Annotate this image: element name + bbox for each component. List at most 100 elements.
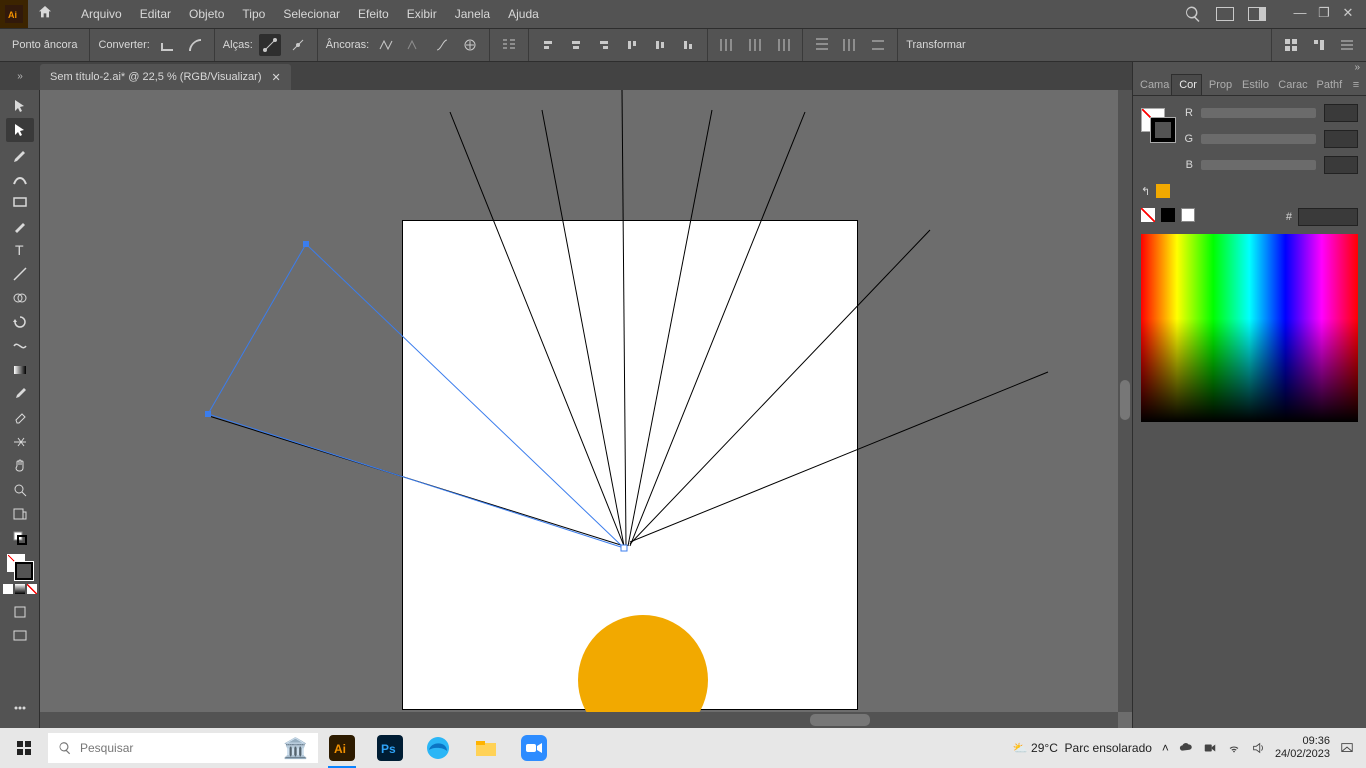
window-minimize[interactable]: — — [1290, 8, 1310, 20]
taskbar-search[interactable]: Pesquisar 🏛️ — [48, 733, 318, 763]
tray-wifi-icon[interactable] — [1227, 741, 1241, 755]
zoom-tool[interactable] — [6, 478, 34, 502]
taskbar-app-explorer[interactable] — [462, 728, 510, 768]
distribute-hspace-button[interactable] — [811, 34, 833, 56]
isolate-button[interactable] — [1280, 34, 1302, 56]
window-close[interactable]: ✕ — [1338, 8, 1358, 20]
panel-tab-caractere[interactable]: Carac — [1271, 75, 1309, 95]
fill-stroke-swatch[interactable] — [7, 554, 33, 580]
home-button[interactable] — [28, 4, 62, 25]
curvature-tool[interactable] — [6, 166, 34, 190]
black-swatch[interactable] — [1161, 208, 1175, 222]
panel-tab-camadas[interactable]: Cama — [1133, 75, 1171, 95]
distribute-vspace-button[interactable] — [839, 34, 861, 56]
distribute-right-button[interactable] — [772, 34, 794, 56]
none-color-swatch[interactable] — [1141, 208, 1155, 222]
horizontal-scrollbar-thumb[interactable] — [810, 714, 870, 726]
b-value[interactable] — [1324, 156, 1358, 174]
distribute-hcenter-button[interactable] — [744, 34, 766, 56]
menu-selecionar[interactable]: Selecionar — [274, 0, 349, 28]
tray-notifications-icon[interactable] — [1340, 741, 1354, 755]
last-color-arrow-icon[interactable]: ↰ — [1141, 185, 1150, 198]
rectangle-tool[interactable] — [6, 190, 34, 214]
menu-janela[interactable]: Janela — [446, 0, 499, 28]
canvas-area[interactable] — [40, 90, 1132, 728]
scissors-tool[interactable] — [6, 430, 34, 454]
panel-menu-button[interactable]: ≡ — [1345, 75, 1366, 95]
tray-onedrive-icon[interactable] — [1179, 741, 1193, 755]
screen-mode-button[interactable] — [6, 624, 34, 648]
search-icon[interactable] — [1184, 5, 1202, 23]
tabs-expand-icon[interactable]: » — [0, 62, 40, 90]
eraser-tool[interactable] — [6, 406, 34, 430]
edit-toolbar-button[interactable] — [6, 696, 34, 720]
menu-ajuda[interactable]: Ajuda — [499, 0, 548, 28]
vertical-scrollbar[interactable] — [1118, 90, 1132, 712]
horizontal-scrollbar[interactable] — [40, 712, 1118, 728]
anchor-connect-button[interactable] — [431, 34, 453, 56]
align-hcenter-button[interactable] — [565, 34, 587, 56]
g-value[interactable] — [1324, 130, 1358, 148]
pen-tool[interactable] — [6, 142, 34, 166]
window-restore[interactable]: ❐ — [1314, 8, 1334, 20]
align-right-button[interactable] — [593, 34, 615, 56]
panel-stroke-swatch[interactable] — [1151, 118, 1175, 142]
weather-widget[interactable]: ⛅ 29°C Parc ensolarado — [1013, 741, 1152, 755]
menu-arquivo[interactable]: Arquivo — [72, 0, 131, 28]
options-more-button[interactable] — [1336, 34, 1358, 56]
paintbrush-tool[interactable] — [6, 214, 34, 238]
fill-stroke-toggle[interactable] — [6, 526, 34, 550]
convert-corner-button[interactable] — [156, 34, 178, 56]
line-tool[interactable] — [6, 262, 34, 286]
start-button[interactable] — [0, 728, 48, 768]
menu-editar[interactable]: Editar — [131, 0, 180, 28]
panel-tab-propriedades[interactable]: Prop — [1202, 75, 1235, 95]
panel-tab-cor[interactable]: Cor — [1171, 74, 1202, 95]
stroke-swatch[interactable] — [15, 562, 33, 580]
tray-meet-icon[interactable] — [1203, 741, 1217, 755]
type-tool[interactable]: T — [6, 238, 34, 262]
rotate-tool[interactable] — [6, 310, 34, 334]
tray-chevron-icon[interactable]: ˄ — [1162, 741, 1169, 755]
panel-tab-pathfinder[interactable]: Pathf — [1309, 75, 1344, 95]
tray-volume-icon[interactable] — [1251, 741, 1265, 755]
taskbar-app-edge[interactable] — [414, 728, 462, 768]
hand-tool[interactable] — [6, 454, 34, 478]
panel-fill-stroke[interactable] — [1141, 104, 1181, 152]
g-slider[interactable] — [1201, 134, 1316, 144]
align-to-button[interactable] — [1308, 34, 1330, 56]
handles-show-button[interactable] — [259, 34, 281, 56]
color-mode-toggle[interactable] — [3, 584, 37, 594]
workspace-switcher-icon[interactable] — [1248, 7, 1266, 21]
distribute-left-button[interactable] — [716, 34, 738, 56]
vertical-scrollbar-thumb[interactable] — [1120, 380, 1130, 420]
align-left-button[interactable] — [537, 34, 559, 56]
draw-mode-button[interactable] — [6, 600, 34, 624]
menu-objeto[interactable]: Objeto — [180, 0, 233, 28]
taskbar-app-illustrator[interactable]: Ai — [318, 728, 366, 768]
anchor-remove-button[interactable] — [375, 34, 397, 56]
r-slider[interactable] — [1201, 108, 1316, 118]
width-tool[interactable] — [6, 334, 34, 358]
taskbar-app-zoom[interactable] — [510, 728, 558, 768]
menu-exibir[interactable]: Exibir — [398, 0, 446, 28]
document-tab-close[interactable]: ✕ — [272, 71, 281, 84]
selection-tool[interactable] — [6, 94, 34, 118]
menu-tipo[interactable]: Tipo — [233, 0, 274, 28]
handles-hide-button[interactable] — [287, 34, 309, 56]
gradient-tool[interactable] — [6, 358, 34, 382]
align-vcenter-button[interactable] — [649, 34, 671, 56]
anchor-cut-button[interactable] — [459, 34, 481, 56]
r-value[interactable] — [1324, 104, 1358, 122]
taskbar-app-photoshop[interactable]: Ps — [366, 728, 414, 768]
menu-efeito[interactable]: Efeito — [349, 0, 398, 28]
transform-label[interactable]: Transformar — [906, 39, 966, 51]
white-swatch[interactable] — [1181, 208, 1195, 222]
align-dropdown-button[interactable] — [498, 34, 520, 56]
artboard-tool[interactable] — [6, 502, 34, 526]
color-spectrum[interactable] — [1141, 234, 1358, 422]
b-slider[interactable] — [1201, 160, 1316, 170]
eyedropper-tool[interactable] — [6, 382, 34, 406]
shape-builder-tool[interactable] — [6, 286, 34, 310]
align-bottom-button[interactable] — [677, 34, 699, 56]
